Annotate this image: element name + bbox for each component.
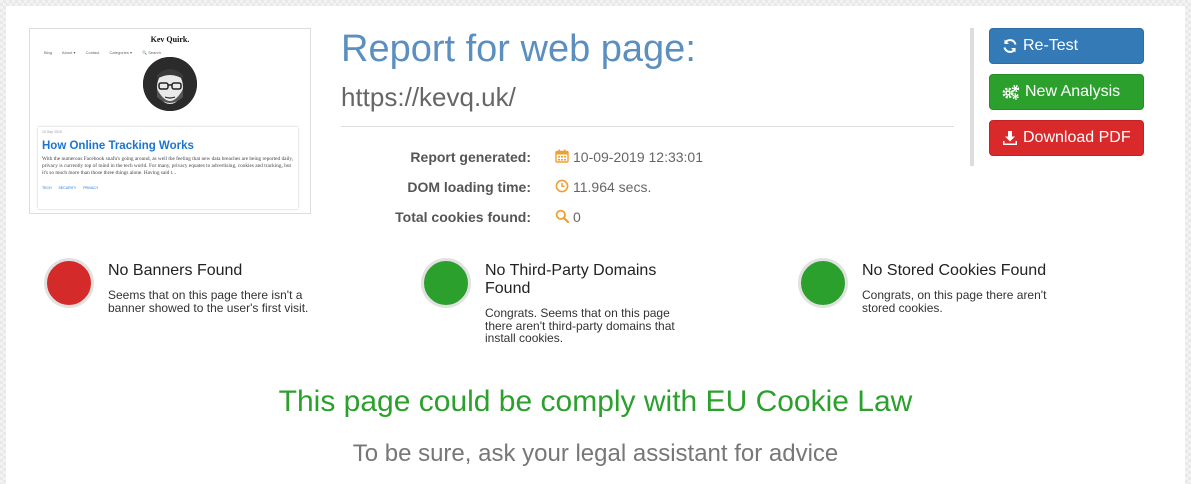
thumbnail-nav: Blog About ▾ Contact Categories ▾ 🔍 Sear… [44,50,170,55]
report-generated-label: Report generated: [410,149,531,165]
thumbnail-post-card: 10 Sep 2019 How Online Tracking Works Wi… [38,127,298,209]
thumbnail-nav-item: 🔍 Search [142,50,161,55]
status-indicator-red [44,258,94,308]
status-description: Congrats, on this page there aren't stor… [862,288,1047,315]
status-indicator-green [798,258,848,308]
thumbnail-post-tags: TECH SECURITY PRIVACY [42,186,294,190]
thumbnail-post-tag: TECH [42,186,52,190]
report-card: Kev Quirk. Blog About ▾ Contact Categori… [6,6,1185,484]
thumbnail-nav-item: About ▾ [61,50,76,55]
retest-button[interactable]: Re-Test [989,28,1144,64]
retest-button-label: Re-Test [1023,37,1079,54]
dom-loading-label: DOM loading time: [407,179,531,195]
clock-icon [555,179,569,193]
new-analysis-button[interactable]: New Analysis [989,74,1144,110]
status-banners: No Banners Found Seems that on this page… [44,258,324,358]
compliance-verdict: This page could be comply with EU Cookie… [278,385,913,418]
website-screenshot-thumbnail: Kev Quirk. Blog About ▾ Contact Categori… [29,28,311,214]
thumbnail-nav-item: Blog [44,50,53,55]
thumbnail-post-excerpt: With the numerous Facebook snafu's going… [42,156,294,176]
status-description: Congrats. Seems that on this page there … [485,306,675,345]
page-title: Report for web page: [341,28,696,70]
thumbnail-nav-item: Categories ▾ [109,50,132,55]
status-title: No Banners Found [108,262,243,279]
cogs-icon [1002,84,1020,100]
total-cookies-row: Total cookies found: 0 [341,207,961,227]
status-description: Seems that on this page there isn't a ba… [108,288,309,315]
total-cookies-value: 0 [573,209,581,225]
dom-loading-value: 11.964 secs. [573,179,652,195]
thumbnail-post-date: 10 Sep 2019 [42,130,62,134]
refresh-icon [1003,39,1017,53]
thumbnail-nav-item: Contact [85,50,100,55]
status-third-party-domains: No Third-Party Domains Found Congrats. S… [421,258,701,358]
download-pdf-button[interactable]: Download PDF [989,120,1144,156]
thumbnail-post-tag: PRIVACY [83,186,99,190]
legal-advice-note: To be sure, ask your legal assistant for… [352,440,839,467]
status-title: No Stored Cookies Found [862,262,1047,279]
status-stored-cookies: No Stored Cookies Found Congrats, on thi… [798,258,1078,358]
thumbnail-site-title: Kev Quirk. [150,35,190,44]
thumbnail-avatar [143,57,197,111]
calendar-icon [555,149,569,163]
thumbnail-post-tag: SECURITY [58,186,77,190]
new-analysis-button-label: New Analysis [1025,83,1121,100]
report-generated-value: 10-09-2019 12:33:01 [573,149,703,165]
report-url: https://kevq.uk/ [341,82,516,112]
report-generated-row: Report generated: 10-09-2019 12:33:01 [341,147,961,167]
vertical-divider [970,28,974,166]
status-title: No Third-Party Domains Found [485,262,657,297]
download-pdf-button-label: Download PDF [1023,129,1131,146]
search-icon [555,209,570,224]
dom-loading-row: DOM loading time: 11.964 secs. [341,177,961,197]
status-indicator-green [421,258,471,308]
thumbnail-post-title: How Online Tracking Works [42,140,194,152]
header-divider [341,126,954,127]
total-cookies-label: Total cookies found: [395,209,531,225]
download-icon [1003,131,1017,145]
